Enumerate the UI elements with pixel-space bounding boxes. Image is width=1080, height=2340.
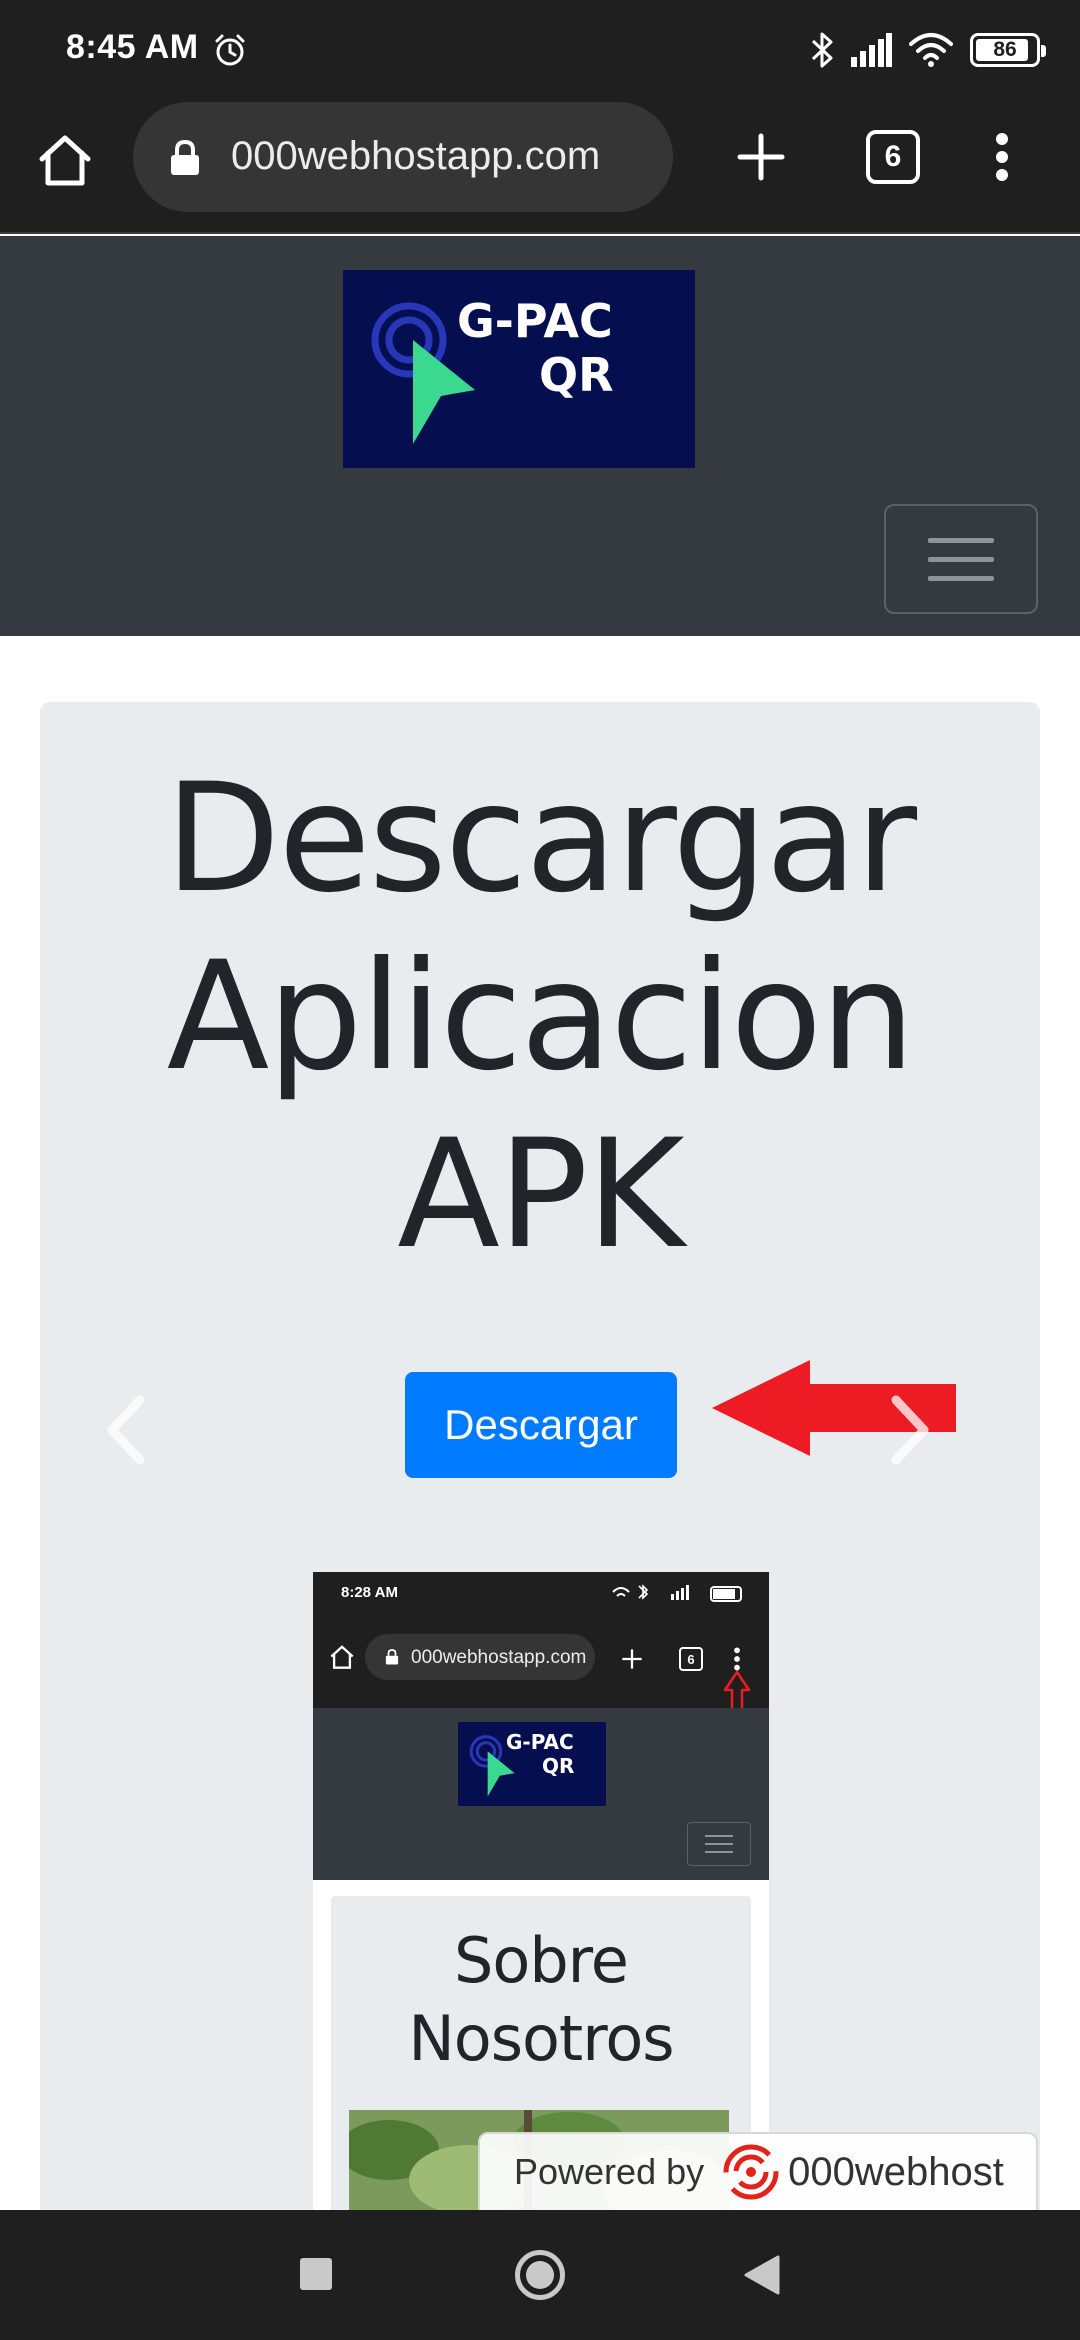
inner-address-bar: 000webhostapp.com <box>365 1634 595 1680</box>
logo-line1: G-PAC <box>457 294 613 348</box>
inner-browser-toolbar: 000webhostapp.com 6 <box>313 1614 769 1722</box>
signal-icon <box>851 33 892 67</box>
status-time: 8:45 AM <box>66 28 199 66</box>
powered-by-text: Powered by <box>514 2151 705 2192</box>
inner-plus-icon <box>622 1649 642 1669</box>
webhost-logo-icon <box>723 2144 779 2200</box>
tab-switcher-button[interactable]: 6 <box>866 130 920 184</box>
webhost-brand-text: 000webhost <box>788 2149 1004 2194</box>
lock-icon <box>171 140 199 175</box>
home-circle-icon[interactable] <box>515 2250 565 2300</box>
logo-line2: QR <box>539 348 614 402</box>
browser-toolbar: 000webhostapp.com 6 <box>0 100 1080 234</box>
download-button[interactable]: Descargar <box>405 1372 677 1478</box>
alarm-icon <box>215 34 245 66</box>
back-triangle-icon[interactable] <box>742 2254 782 2296</box>
inner-lock-icon <box>385 1649 399 1665</box>
system-nav-bar <box>0 2210 1080 2340</box>
wifi-icon <box>909 33 953 67</box>
carousel-next-icon[interactable] <box>880 1390 940 1470</box>
navbar-toggle-button[interactable] <box>884 504 1038 614</box>
inner-status-bar: 8:28 AM <box>313 1572 769 1614</box>
battery-icon: 86 <box>970 33 1046 67</box>
jumbotron: Descargar Aplicacion APK Descargar 8:28 … <box>40 702 1040 2340</box>
inner-status-time: 8:28 AM <box>341 1584 398 1601</box>
inner-navbar-toggle <box>687 1822 751 1866</box>
home-icon <box>39 135 91 186</box>
gpac-logo[interactable]: G-PAC QR <box>343 270 695 468</box>
inner-home-icon <box>330 1645 354 1669</box>
home-button[interactable] <box>30 125 100 195</box>
url-text[interactable]: 000webhostapp.com <box>231 134 600 179</box>
hamburger-line <box>928 537 994 543</box>
more-menu-button[interactable] <box>980 122 1024 192</box>
inner-url-text: 000webhostapp.com <box>411 1647 587 1668</box>
inner-status-icons <box>612 1584 742 1602</box>
recents-square-icon[interactable] <box>300 2258 332 2290</box>
more-vert-icon <box>996 133 1008 181</box>
site-navbar: G-PAC QR <box>0 236 1080 636</box>
hamburger-line <box>928 575 994 581</box>
bluetooth-icon <box>811 32 833 68</box>
inner-tab-count: 6 <box>679 1647 703 1671</box>
new-tab-button[interactable] <box>726 122 796 192</box>
status-icons: 86 <box>810 28 1046 72</box>
status-bar: 8:45 AM 86 <box>0 0 1080 100</box>
address-bar[interactable]: 000webhostapp.com <box>133 102 673 212</box>
inner-more-vert-icon <box>734 1647 740 1671</box>
plus-icon <box>737 133 785 181</box>
inner-logo-line2: QR <box>542 1754 575 1778</box>
page-title: Descargar Aplicacion APK <box>164 752 917 1282</box>
hamburger-line <box>928 556 994 562</box>
powered-by-badge[interactable]: Powered by 000webhost <box>478 2132 1038 2212</box>
inner-title: Sobre Nosotros <box>408 1924 674 2075</box>
carousel-prev-icon[interactable] <box>96 1390 156 1470</box>
battery-level: 86 <box>993 38 1017 61</box>
inner-site-navbar: G-PAC QR <box>313 1708 769 1880</box>
inner-logo: G-PAC QR <box>458 1722 606 1806</box>
inner-logo-line1: G-PAC <box>506 1730 574 1754</box>
